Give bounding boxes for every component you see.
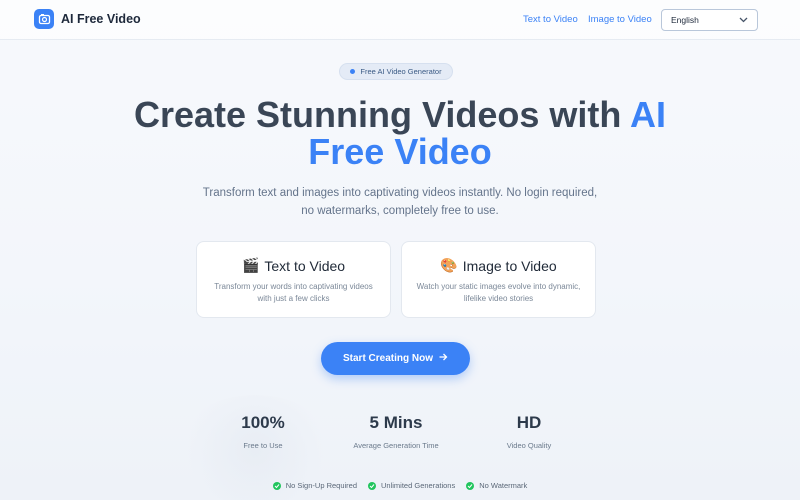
hero-subtitle: Transform text and images into captivati… — [202, 187, 598, 217]
stat-value: HD — [516, 413, 542, 432]
arrow-right-icon — [439, 353, 448, 364]
stat-free: 100% Free to Use — [193, 413, 333, 450]
video-camera-icon — [34, 9, 54, 29]
nav-image-to-video[interactable]: Image to Video — [588, 14, 652, 25]
card-text-to-video[interactable]: 🎬 Text to Video Transform your words int… — [196, 241, 391, 318]
hero-badge: Free AI Video Generator — [339, 63, 453, 80]
stat-label: Average Generation Time — [353, 441, 439, 450]
check-circle-icon — [272, 481, 281, 490]
card-title: 🎨 Image to Video — [402, 257, 595, 274]
hero-title: Create Stunning Videos with AI Free Vide… — [0, 96, 800, 170]
card-image-to-video[interactable]: 🎨 Image to Video Watch your static image… — [401, 241, 596, 318]
badge-label: Free AI Video Generator — [360, 67, 442, 76]
nav-text-to-video[interactable]: Text to Video — [523, 14, 578, 25]
start-creating-label: Start Creating Now — [342, 353, 433, 364]
language-select[interactable]: English — [661, 9, 758, 31]
clapperboard-icon: 🎬 — [241, 257, 260, 273]
stat-value: 100% — [241, 413, 285, 432]
card-description: Transform your words into captivating vi… — [214, 282, 373, 303]
card-description: Watch your static images evolve into dyn… — [416, 282, 581, 303]
palette-icon: 🎨 — [440, 257, 458, 273]
stat-quality: HD Video Quality — [459, 413, 599, 450]
feature-item: No Sign-Up Required — [272, 481, 358, 490]
feature-label: Unlimited Generations — [381, 481, 456, 490]
top-navbar: AI Free Video Text to Video Image to Vid… — [0, 0, 800, 40]
stat-label: Video Quality — [506, 441, 552, 450]
feature-list: No Sign-Up Required Unlimited Generation… — [0, 481, 800, 490]
feature-item: Unlimited Generations — [368, 481, 455, 490]
feature-label: No Watermark — [479, 481, 528, 490]
card-title-label: Text to Video — [264, 257, 346, 274]
card-title-label: Image to Video — [462, 257, 557, 274]
hero-title-text: Create Stunning Videos with — [133, 94, 631, 135]
brand-logo[interactable]: AI Free Video — [34, 9, 141, 29]
feature-label: No Sign-Up Required — [285, 481, 358, 490]
hero-title-accent-brand: Free Video — [308, 131, 492, 172]
badge-dot-icon — [350, 69, 356, 74]
chevron-down-icon — [739, 15, 748, 25]
stat-generation-time: 5 Mins Average Generation Time — [326, 413, 466, 450]
stat-value: 5 Mins — [369, 413, 423, 432]
check-circle-icon — [368, 481, 377, 490]
start-creating-button[interactable]: Start Creating Now — [321, 342, 470, 375]
brand-name: AI Free Video — [61, 12, 141, 26]
feature-item: No Watermark — [466, 481, 527, 490]
check-circle-icon — [466, 481, 475, 490]
card-title: 🎬 Text to Video — [197, 257, 390, 274]
hero-title-accent-ai: AI — [630, 94, 667, 135]
stat-label: Free to Use — [243, 441, 283, 450]
language-select-value: English — [671, 15, 699, 25]
